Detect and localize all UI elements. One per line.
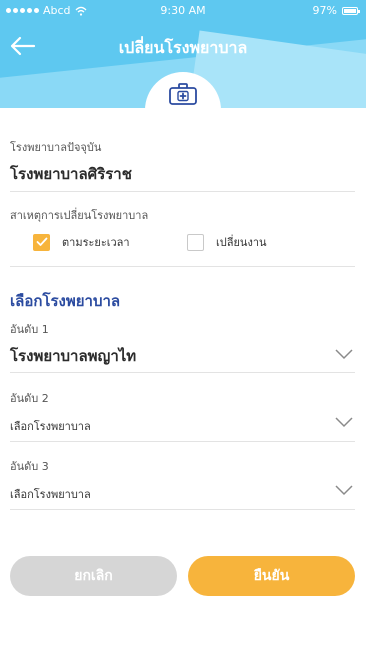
reason-section: สาเหตุการเปลี่ยนโรงพยาบาล	[10, 206, 355, 224]
chevron-down-icon[interactable]	[335, 348, 353, 360]
select-hospital-section: เลือกโรงพยาบาล	[10, 289, 355, 313]
rank-value: โรงพยาบาลพญาไท	[10, 347, 137, 365]
cancel-button[interactable]: ยกเลิก	[10, 556, 177, 596]
rank-label: อันดับ 2	[10, 392, 49, 405]
page-title: เปลี่ยนโรงพยาบาล	[118, 38, 248, 57]
divider	[10, 266, 355, 267]
rank-label: อันดับ 1	[10, 323, 49, 336]
checkbox-unchecked[interactable]	[187, 233, 204, 251]
rank-2-dropdown[interactable]: อันดับ 2 เลือกโรงพยาบาล	[10, 389, 355, 439]
divider	[10, 441, 355, 442]
reason-options: ตามระยะเวลา เปลี่ยนงาน	[10, 233, 355, 253]
medical-kit-icon	[169, 83, 197, 105]
checkbox-checked[interactable]	[33, 233, 50, 251]
reason-option-label: ตามระยะเวลา	[62, 236, 130, 249]
rank-label: อันดับ 3	[10, 460, 49, 473]
status-time: 9:30 AM	[160, 4, 206, 17]
status-bar: Abcd 9:30 AM 97%	[0, 0, 366, 22]
rank-3-dropdown[interactable]: อันดับ 3 เลือกโรงพยาบาล	[10, 457, 355, 507]
rank-1-dropdown[interactable]: อันดับ 1 โรงพยาบาลพญาไท	[10, 320, 355, 372]
chevron-down-icon[interactable]	[335, 416, 353, 428]
current-hospital-label: โรงพยาบาลปัจจุบัน	[10, 141, 102, 154]
battery-percent: 97%	[312, 4, 337, 17]
battery-icon	[342, 6, 360, 15]
rank-value: เลือกโรงพยาบาล	[10, 488, 91, 501]
rank-value: เลือกโรงพยาบาล	[10, 420, 91, 433]
reason-option-period[interactable]: ตามระยะเวลา	[33, 233, 130, 251]
divider	[10, 191, 355, 192]
divider	[10, 509, 355, 510]
current-hospital-section: โรงพยาบาลปัจจุบัน โรงพยาบาลศิริราช	[10, 138, 355, 186]
current-hospital-value: โรงพยาบาลศิริราช	[10, 165, 132, 183]
check-icon	[36, 237, 47, 246]
reason-label: สาเหตุการเปลี่ยนโรงพยาบาล	[10, 209, 149, 222]
reason-option-job[interactable]: เปลี่ยนงาน	[187, 233, 267, 251]
reason-option-label: เปลี่ยนงาน	[216, 236, 267, 249]
select-hospital-heading: เลือกโรงพยาบาล	[10, 292, 121, 310]
confirm-button[interactable]: ยืนยัน	[188, 556, 355, 596]
divider	[10, 372, 355, 373]
chevron-down-icon[interactable]	[335, 484, 353, 496]
